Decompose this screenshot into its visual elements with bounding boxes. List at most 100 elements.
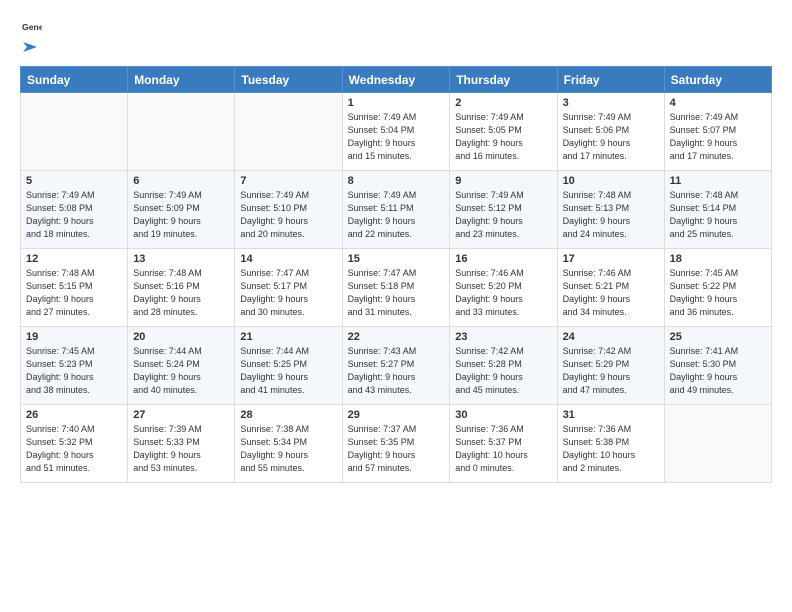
day-info: Sunrise: 7:49 AM Sunset: 5:05 PM Dayligh… bbox=[455, 111, 551, 163]
day-number: 6 bbox=[133, 175, 229, 187]
svg-text:General: General bbox=[22, 22, 42, 32]
day-number: 25 bbox=[670, 331, 766, 343]
weekday-header-wednesday: Wednesday bbox=[342, 67, 450, 93]
day-info: Sunrise: 7:49 AM Sunset: 5:09 PM Dayligh… bbox=[133, 189, 229, 241]
calendar-day-11: 11 Sunrise: 7:48 AM Sunset: 5:14 PM Dayli… bbox=[664, 171, 771, 249]
day-number: 17 bbox=[563, 253, 659, 265]
day-number: 27 bbox=[133, 409, 229, 421]
day-number: 22 bbox=[348, 331, 445, 343]
weekday-header-saturday: Saturday bbox=[664, 67, 771, 93]
calendar-day-25: 25Sunrise: 7:41 AM Sunset: 5:30 PM Dayli… bbox=[664, 327, 771, 405]
day-info: Sunrise: 7:47 AM Sunset: 5:18 PM Dayligh… bbox=[348, 267, 445, 319]
day-info: Sunrise: 7:36 AM Sunset: 5:38 PM Dayligh… bbox=[563, 423, 659, 475]
day-number: 5 bbox=[26, 175, 122, 187]
page-header: General bbox=[20, 18, 772, 56]
calendar-day-20: 20 Sunrise: 7:44 AM Sunset: 5:24 PM Dayli… bbox=[128, 327, 235, 405]
day-info: Sunrise: 7:48 AM Sunset: 5:15 PM Dayligh… bbox=[26, 267, 122, 319]
calendar-day-9: 9 Sunrise: 7:49 AM Sunset: 5:12 PM Daylig… bbox=[450, 171, 557, 249]
day-number: 16 bbox=[455, 253, 551, 265]
day-info: Sunrise: 7:49 AM Sunset: 5:11 PM Dayligh… bbox=[348, 189, 445, 241]
day-info: Sunrise: 7:47 AM Sunset: 5:17 PM Dayligh… bbox=[240, 267, 336, 319]
calendar-day-1: 1Sunrise: 7:49 AM Sunset: 5:04 PM Daylig… bbox=[342, 93, 450, 171]
day-info: Sunrise: 7:46 AM Sunset: 5:21 PM Dayligh… bbox=[563, 267, 659, 319]
calendar-day-22: 22Sunrise: 7:43 AM Sunset: 5:27 PM Dayli… bbox=[342, 327, 450, 405]
calendar-day-26: 26 Sunrise: 7:40 AM Sunset: 5:32 PM Dayli… bbox=[21, 405, 128, 483]
day-number: 7 bbox=[240, 175, 336, 187]
calendar-day-10: 10Sunrise: 7:48 AM Sunset: 5:13 PM Dayli… bbox=[557, 171, 664, 249]
calendar-day-16: 16 Sunrise: 7:46 AM Sunset: 5:20 PM Dayli… bbox=[450, 249, 557, 327]
day-number: 14 bbox=[240, 253, 336, 265]
calendar-week-row: 1Sunrise: 7:49 AM Sunset: 5:04 PM Daylig… bbox=[21, 93, 772, 171]
day-info: Sunrise: 7:38 AM Sunset: 5:34 PM Dayligh… bbox=[240, 423, 336, 475]
weekday-header-friday: Friday bbox=[557, 67, 664, 93]
day-info: Sunrise: 7:46 AM Sunset: 5:20 PM Dayligh… bbox=[455, 267, 551, 319]
day-info: Sunrise: 7:49 AM Sunset: 5:07 PM Dayligh… bbox=[670, 111, 766, 163]
calendar-day-21: 21 Sunrise: 7:44 AM Sunset: 5:25 PM Dayli… bbox=[235, 327, 342, 405]
day-number: 26 bbox=[26, 409, 122, 421]
calendar-day-6: 6 Sunrise: 7:49 AM Sunset: 5:09 PM Daylig… bbox=[128, 171, 235, 249]
calendar-day-empty bbox=[128, 93, 235, 171]
day-number: 8 bbox=[348, 175, 445, 187]
calendar-day-8: 8 Sunrise: 7:49 AM Sunset: 5:11 PM Daylig… bbox=[342, 171, 450, 249]
day-number: 24 bbox=[563, 331, 659, 343]
calendar-week-row: 12 Sunrise: 7:48 AM Sunset: 5:15 PM Dayli… bbox=[21, 249, 772, 327]
calendar-day-14: 14 Sunrise: 7:47 AM Sunset: 5:17 PM Dayli… bbox=[235, 249, 342, 327]
day-info: Sunrise: 7:36 AM Sunset: 5:37 PM Dayligh… bbox=[455, 423, 551, 475]
calendar-day-28: 28 Sunrise: 7:38 AM Sunset: 5:34 PM Dayli… bbox=[235, 405, 342, 483]
day-info: Sunrise: 7:40 AM Sunset: 5:32 PM Dayligh… bbox=[26, 423, 122, 475]
day-number: 30 bbox=[455, 409, 551, 421]
day-info: Sunrise: 7:49 AM Sunset: 5:12 PM Dayligh… bbox=[455, 189, 551, 241]
day-number: 20 bbox=[133, 331, 229, 343]
day-number: 3 bbox=[563, 97, 659, 109]
calendar-day-24: 24Sunrise: 7:42 AM Sunset: 5:29 PM Dayli… bbox=[557, 327, 664, 405]
day-number: 1 bbox=[348, 97, 445, 109]
logo-arrow-icon bbox=[21, 38, 39, 56]
day-info: Sunrise: 7:44 AM Sunset: 5:25 PM Dayligh… bbox=[240, 345, 336, 397]
day-info: Sunrise: 7:48 AM Sunset: 5:14 PM Dayligh… bbox=[670, 189, 766, 241]
weekday-header-thursday: Thursday bbox=[450, 67, 557, 93]
day-info: Sunrise: 7:48 AM Sunset: 5:16 PM Dayligh… bbox=[133, 267, 229, 319]
day-number: 31 bbox=[563, 409, 659, 421]
day-number: 10 bbox=[563, 175, 659, 187]
day-number: 29 bbox=[348, 409, 445, 421]
calendar-day-empty bbox=[21, 93, 128, 171]
calendar-table: SundayMondayTuesdayWednesdayThursdayFrid… bbox=[20, 66, 772, 483]
calendar-day-19: 19 Sunrise: 7:45 AM Sunset: 5:23 PM Dayli… bbox=[21, 327, 128, 405]
calendar-day-17: 17 Sunrise: 7:46 AM Sunset: 5:21 PM Dayli… bbox=[557, 249, 664, 327]
day-number: 28 bbox=[240, 409, 336, 421]
day-info: Sunrise: 7:42 AM Sunset: 5:28 PM Dayligh… bbox=[455, 345, 551, 397]
calendar-day-30: 30 Sunrise: 7:36 AM Sunset: 5:37 PM Dayli… bbox=[450, 405, 557, 483]
calendar-day-5: 5 Sunrise: 7:49 AM Sunset: 5:08 PM Daylig… bbox=[21, 171, 128, 249]
calendar-week-row: 19 Sunrise: 7:45 AM Sunset: 5:23 PM Dayli… bbox=[21, 327, 772, 405]
calendar-week-row: 5 Sunrise: 7:49 AM Sunset: 5:08 PM Daylig… bbox=[21, 171, 772, 249]
calendar-week-row: 26 Sunrise: 7:40 AM Sunset: 5:32 PM Dayli… bbox=[21, 405, 772, 483]
calendar-day-7: 7 Sunrise: 7:49 AM Sunset: 5:10 PM Daylig… bbox=[235, 171, 342, 249]
day-info: Sunrise: 7:45 AM Sunset: 5:23 PM Dayligh… bbox=[26, 345, 122, 397]
day-info: Sunrise: 7:44 AM Sunset: 5:24 PM Dayligh… bbox=[133, 345, 229, 397]
day-info: Sunrise: 7:45 AM Sunset: 5:22 PM Dayligh… bbox=[670, 267, 766, 319]
calendar-day-3: 3 Sunrise: 7:49 AM Sunset: 5:06 PM Daylig… bbox=[557, 93, 664, 171]
calendar-day-empty bbox=[235, 93, 342, 171]
calendar-day-29: 29Sunrise: 7:37 AM Sunset: 5:35 PM Dayli… bbox=[342, 405, 450, 483]
day-number: 19 bbox=[26, 331, 122, 343]
day-number: 13 bbox=[133, 253, 229, 265]
day-number: 15 bbox=[348, 253, 445, 265]
calendar-day-2: 2 Sunrise: 7:49 AM Sunset: 5:05 PM Daylig… bbox=[450, 93, 557, 171]
day-number: 2 bbox=[455, 97, 551, 109]
calendar-day-18: 18 Sunrise: 7:45 AM Sunset: 5:22 PM Dayli… bbox=[664, 249, 771, 327]
day-number: 18 bbox=[670, 253, 766, 265]
calendar-day-23: 23Sunrise: 7:42 AM Sunset: 5:28 PM Dayli… bbox=[450, 327, 557, 405]
calendar-day-31: 31 Sunrise: 7:36 AM Sunset: 5:38 PM Dayli… bbox=[557, 405, 664, 483]
day-number: 12 bbox=[26, 253, 122, 265]
day-info: Sunrise: 7:49 AM Sunset: 5:06 PM Dayligh… bbox=[563, 111, 659, 163]
day-number: 11 bbox=[670, 175, 766, 187]
day-info: Sunrise: 7:49 AM Sunset: 5:08 PM Dayligh… bbox=[26, 189, 122, 241]
calendar-day-15: 15 Sunrise: 7:47 AM Sunset: 5:18 PM Dayli… bbox=[342, 249, 450, 327]
day-info: Sunrise: 7:49 AM Sunset: 5:10 PM Dayligh… bbox=[240, 189, 336, 241]
weekday-header-tuesday: Tuesday bbox=[235, 67, 342, 93]
calendar-day-4: 4 Sunrise: 7:49 AM Sunset: 5:07 PM Daylig… bbox=[664, 93, 771, 171]
day-number: 9 bbox=[455, 175, 551, 187]
day-number: 21 bbox=[240, 331, 336, 343]
day-number: 4 bbox=[670, 97, 766, 109]
calendar-day-12: 12 Sunrise: 7:48 AM Sunset: 5:15 PM Dayli… bbox=[21, 249, 128, 327]
